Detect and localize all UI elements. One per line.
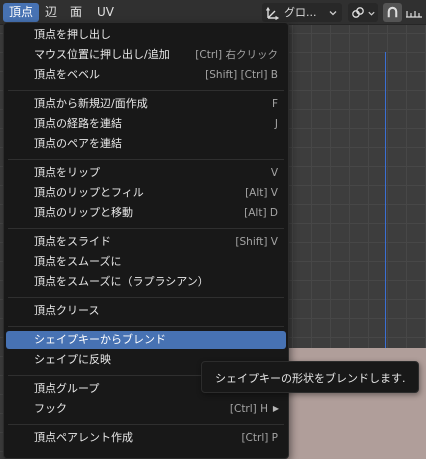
menu-item-extrude-to-cursor[interactable]: マウス位置に押し出し/追加 [Ctrl] 右クリック [6, 46, 286, 64]
menu-item-shortcut: F [271, 98, 278, 110]
menu-item-slide-vertices[interactable]: 頂点をスライド [Shift] V [6, 233, 286, 251]
menu-item-label: 頂点を押し出し [34, 28, 111, 41]
y-axis-line [385, 52, 386, 348]
menu-item-label: シェイプに反映 [34, 353, 111, 366]
menu-item-rip-move[interactable]: 頂点のリップと移動 [Alt] D [6, 204, 286, 222]
snap-toggle[interactable] [383, 3, 402, 22]
menu-separator [8, 228, 284, 229]
menu-item-label: 頂点の経路を連結 [34, 117, 122, 130]
menu-item-shortcut: [Shift] V [235, 236, 278, 248]
menu-item-shortcut: [Ctrl] 右クリック [195, 49, 278, 61]
menu-item-label: 頂点クリース [34, 304, 100, 317]
menu-item-label: 頂点をスライド [34, 235, 111, 248]
menu-item-label: 頂点から新規辺/面作成 [34, 97, 148, 110]
menu-separator [8, 326, 284, 327]
menu-item-label: 頂点をスムーズに（ラプラシアン） [34, 275, 209, 288]
chevron-down-icon [329, 11, 337, 16]
menu-separator [8, 424, 284, 425]
menu-item-new-edge-face[interactable]: 頂点から新規辺/面作成 F [6, 95, 286, 113]
snap-increment-dropdown[interactable] [404, 3, 426, 22]
menu-item-hooks[interactable]: フック [Ctrl] H ▶ [6, 400, 286, 418]
menu-item-rip-fill[interactable]: 頂点のリップとフィル [Alt] V [6, 184, 286, 202]
transform-orientation-dropdown[interactable]: グロ... [262, 3, 342, 22]
menu-item-smooth-laplacian[interactable]: 頂点をスムーズに（ラプラシアン） [6, 273, 286, 291]
menu-tab-uv[interactable]: UV [91, 3, 120, 22]
menu-tab-edge[interactable]: 辺 [39, 3, 63, 22]
chevron-down-icon [368, 11, 375, 16]
menu-item-label: 頂点グループ [34, 382, 100, 395]
pivot-point-dropdown[interactable] [348, 3, 378, 22]
menu-item-bevel-vertices[interactable]: 頂点をベベル [Shift] [Ctrl] B [6, 66, 286, 84]
menu-item-shortcut: [Ctrl] P [241, 432, 278, 444]
menu-item-rip-vertices[interactable]: 頂点をリップ V [6, 164, 286, 182]
tooltip-text: シェイプキーの形状をブレンドします. [215, 372, 406, 385]
menu-item-blend-from-shape[interactable]: シェイプキーからブレンド [6, 331, 286, 349]
tooltip: シェイプキーの形状をブレンドします. [201, 361, 419, 393]
menu-item-label: 頂点のリップとフィル [34, 186, 144, 199]
snap-magnet-icon [387, 6, 398, 18]
menu-item-extrude-vertices[interactable]: 頂点を押し出し [6, 26, 286, 44]
menu-tab-vertex[interactable]: 頂点 [3, 3, 40, 22]
menu-item-shortcut: [Shift] [Ctrl] B [205, 69, 278, 81]
menu-item-label: 頂点をスムーズに [34, 255, 122, 268]
menu-item-shortcut: [Alt] D [244, 207, 278, 219]
menu-item-make-vertex-parent[interactable]: 頂点ペアレント作成 [Ctrl] P [6, 429, 286, 447]
menu-item-label: マウス位置に押し出し/追加 [34, 48, 170, 61]
menu-item-label: 頂点をリップ [34, 166, 100, 179]
menu-separator [8, 159, 284, 160]
menu-separator [8, 90, 284, 91]
snap-increment-icon [406, 11, 422, 18]
menu-item-vertex-crease[interactable]: 頂点クリース [6, 302, 286, 320]
menu-item-shortcut: [Ctrl] H [229, 403, 268, 415]
transform-orientation-label: グロ... [284, 6, 317, 19]
transform-gizmo-icon [265, 6, 280, 21]
menu-tab-face[interactable]: 面 [64, 3, 88, 22]
submenu-arrow-icon: ▶ [272, 404, 279, 413]
menu-item-connect-vertex-path[interactable]: 頂点の経路を連結 J [6, 115, 286, 133]
menu-item-label: フック [34, 402, 67, 415]
menu-item-smooth-vertices[interactable]: 頂点をスムーズに [6, 253, 286, 271]
menu-item-shortcut: [Alt] V [245, 187, 278, 199]
menu-item-shortcut: V [270, 167, 278, 179]
menu-item-label: 頂点のリップと移動 [34, 206, 133, 219]
menu-item-label: 頂点をベベル [34, 68, 100, 81]
link-icon [352, 7, 364, 18]
menu-separator [8, 297, 284, 298]
menu-item-label: シェイプキーからブレンド [34, 333, 166, 346]
menu-item-label: 頂点ペアレント作成 [34, 431, 133, 444]
menu-item-shortcut: J [274, 118, 278, 130]
menu-item-connect-vertex-pairs[interactable]: 頂点のペアを連結 [6, 135, 286, 153]
menu-item-label: 頂点のペアを連結 [34, 137, 122, 150]
vertex-menu: 頂点を押し出し マウス位置に押し出し/追加 [Ctrl] 右クリック 頂点をベベ… [3, 22, 289, 459]
